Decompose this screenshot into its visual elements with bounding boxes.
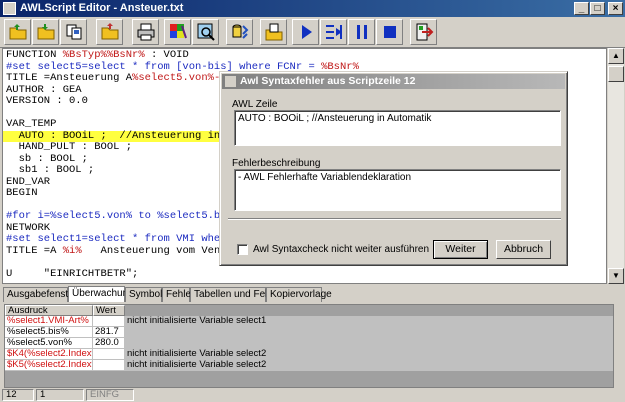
code-token: #set select1=select * from VMI where: [6, 233, 240, 245]
cell-note: [125, 327, 613, 338]
scroll-thumb[interactable]: [608, 66, 624, 82]
maximize-button[interactable]: □: [590, 2, 605, 15]
open-folder-icon[interactable]: [4, 19, 31, 45]
dialog-separator: [228, 218, 561, 220]
tab-tabellen-und-felder[interactable]: Tabellen und Felder: [190, 287, 282, 302]
cell-value[interactable]: [93, 349, 125, 360]
column-header-wert[interactable]: Wert: [93, 305, 125, 316]
cell-note: nicht initialisierte Variable select2: [125, 360, 613, 371]
code-token: : VOID: [144, 49, 189, 61]
exit-icon[interactable]: [410, 19, 437, 45]
pause-icon[interactable]: [348, 19, 375, 45]
cell-note: [125, 338, 613, 349]
cell-note: nicht initialisierte Variable select2: [125, 349, 613, 360]
status-line: 12: [2, 389, 34, 401]
table-row[interactable]: %select5.bis% 281.7: [5, 327, 613, 338]
save-folder-icon[interactable]: [32, 19, 59, 45]
error-description-label: Fehlerbeschreibung: [232, 158, 321, 169]
cell-value[interactable]: [93, 360, 125, 371]
cell-value[interactable]: 281.7: [93, 327, 125, 338]
code-token: BEGIN: [6, 187, 38, 199]
title-bar: AWLScript Editor - Ansteuer.txt _ □ ×: [0, 0, 625, 17]
code-token: VAR_TEMP: [6, 118, 57, 130]
status-bar: 12 1 EINFG: [0, 388, 625, 402]
scroll-up-icon[interactable]: ▲: [608, 48, 624, 64]
syntax-error-dialog: Awl Syntaxfehler aus Scriptzeile 12 AWL …: [219, 71, 568, 266]
color-palette-icon[interactable]: [164, 19, 191, 45]
cell-expression[interactable]: %select1.VMI-Art%: [5, 316, 93, 327]
cell-value[interactable]: 280.0: [93, 338, 125, 349]
code-token: U "EINRICHTBETR";: [6, 267, 139, 280]
cell-expression[interactable]: $K5(%select2.Index%)$: [5, 360, 93, 371]
editor-scrollbar[interactable]: ▲ ▼: [607, 48, 624, 284]
syntax-check-checkbox[interactable]: [237, 244, 248, 255]
scroll-down-icon[interactable]: ▼: [608, 268, 624, 284]
copy-file-icon[interactable]: [260, 19, 287, 45]
code-token: NETWORK: [6, 221, 51, 234]
code-token: AUTHOR : GEA: [6, 83, 82, 96]
stop-icon[interactable]: [376, 19, 403, 45]
error-description-box[interactable]: - AWL Fehlerhafte Variablendeklaration: [234, 169, 561, 211]
table-row[interactable]: $K5(%select2.Index%)$ nicht initialisiert…: [5, 360, 613, 371]
code-line: U "EINRICHTBETR";: [6, 267, 359, 281]
code-token: TITLE =Ansteuerung A: [6, 72, 133, 84]
watch-grid: Ausdruck Wert %select1.VMI-Art% nicht ini…: [4, 304, 614, 388]
code-token: VERSION : 0.0: [6, 95, 88, 107]
db-transfer-icon[interactable]: [226, 19, 253, 45]
print-icon[interactable]: [132, 19, 159, 45]
code-token: END_VAR: [6, 175, 51, 188]
continue-button[interactable]: Weiter: [433, 240, 488, 259]
tab-symbole[interactable]: Symbole: [125, 287, 168, 302]
cancel-button[interactable]: Abbruch: [496, 240, 551, 259]
column-header-ausdruck[interactable]: Ausdruck: [5, 305, 93, 316]
tab-kopiervorlage[interactable]: Kopiervorlage: [266, 287, 332, 302]
table-row[interactable]: %select1.VMI-Art% nicht initialisierte Va…: [5, 316, 613, 327]
tab-fehler[interactable]: Fehler: [162, 287, 194, 302]
status-column: 1: [36, 389, 84, 401]
table-row[interactable]: %select5.von% 280.0: [5, 338, 613, 349]
code-token: HAND_PULT : BOOL ;: [6, 141, 133, 153]
tab-ausgabefenster[interactable]: Ausgabefenster: [3, 287, 77, 302]
table-row[interactable]: $K4(%select2.Index%)$ nicht initialisiert…: [5, 349, 613, 360]
cell-value[interactable]: [93, 316, 125, 327]
status-mode: EINFG: [86, 389, 134, 401]
cell-expression[interactable]: $K4(%select2.Index%)$: [5, 349, 93, 360]
dialog-title-bar: Awl Syntaxfehler aus Scriptzeile 12: [222, 74, 565, 89]
code-token: %BsTyp%%BsNr%: [62, 49, 145, 61]
code-token: sb : BOOL ;: [6, 152, 88, 165]
dialog-title: Awl Syntaxfehler aus Scriptzeile 12: [240, 75, 416, 87]
step-icon[interactable]: [320, 19, 347, 45]
tab-ueberwachung[interactable]: Überwachung: [68, 286, 134, 302]
code-token: sb1 : BOOL ;: [6, 164, 95, 176]
awl-line-label: AWL Zeile: [232, 99, 278, 110]
toolbar: [0, 17, 625, 48]
app-icon: [3, 2, 16, 15]
awl-line-box[interactable]: AUTO : BOOiL ; //Ansteuerung in Automati…: [234, 110, 561, 146]
cell-expression[interactable]: %select5.von%: [5, 338, 93, 349]
code-token: FUNCTION: [6, 49, 63, 61]
copy-pages-icon[interactable]: [60, 19, 87, 45]
code-token: TITLE =A: [6, 244, 63, 257]
close-button[interactable]: ×: [608, 2, 623, 15]
code-token: AUTO : BOOiL ; //Ansteuerung in Aut: [6, 129, 246, 142]
window-title: AWLScript Editor - Ansteuer.txt: [20, 2, 184, 14]
minimize-button[interactable]: _: [574, 2, 589, 15]
zoom-icon[interactable]: [192, 19, 219, 45]
dialog-app-icon: [225, 76, 236, 87]
open-folder-alt-icon[interactable]: [96, 19, 123, 45]
cell-expression[interactable]: %select5.bis%: [5, 327, 93, 338]
cell-note: nicht initialisierte Variable select1: [125, 316, 613, 327]
syntax-check-label[interactable]: Awl Syntaxcheck nicht weiter ausführen: [253, 244, 429, 255]
code-token: %i%: [62, 244, 82, 257]
run-icon[interactable]: [292, 19, 319, 45]
code-token: #for i=%select5.von% to %select5.bis%: [6, 210, 240, 222]
code-token: Ansteuerung vom Ventil: [81, 244, 240, 257]
